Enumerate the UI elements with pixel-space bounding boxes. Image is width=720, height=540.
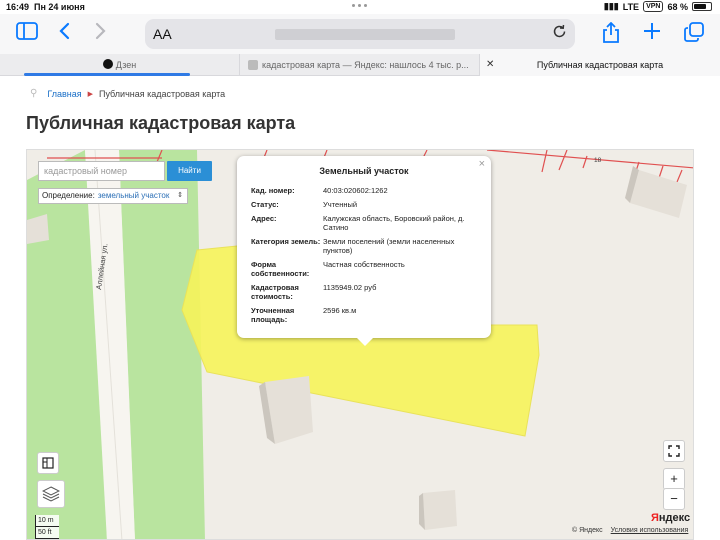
popup-title: Земельный участок	[319, 166, 409, 176]
table-row: Адрес: Калужская область, Боровский район…	[251, 214, 471, 237]
tab-label: кадастровая карта — Яндекс: нашлось 4 ты…	[262, 60, 469, 70]
table-row: Уточненная площадь: 2596 кв.м	[251, 306, 471, 329]
minus-icon: −	[670, 491, 678, 506]
field-value: Частная собственность	[323, 260, 405, 269]
field-value: Земли поселений (земли населенных пункто…	[323, 237, 455, 255]
find-button[interactable]: Найти	[167, 161, 212, 181]
sidebar-icon[interactable]	[16, 22, 38, 44]
field-value: Калужская область, Боровский район, д. С…	[323, 214, 465, 232]
field-key: Кадастровая стоимость:	[251, 283, 299, 301]
field-value: 1135949.02 руб	[323, 283, 377, 292]
new-tab-icon[interactable]	[643, 22, 661, 44]
definition-select[interactable]: Определение: земельный участок ⇕	[38, 188, 188, 204]
fullscreen-icon	[668, 445, 680, 457]
page-title: Публичная кадастровая карта	[26, 113, 296, 133]
field-value: 40:03:020602:1262	[323, 186, 388, 195]
close-tab-icon[interactable]: ✕	[486, 54, 494, 76]
status-bar: 16:49 Пн 24 июня ▮▮▮ LTE VPN 68 %	[0, 0, 720, 14]
loading-progress	[24, 73, 190, 76]
zoom-in-button[interactable]: +	[663, 468, 685, 490]
breadcrumb-arrow-icon: ▶	[87, 90, 93, 98]
house-number: 18	[594, 157, 602, 164]
multitasking-dots[interactable]	[352, 4, 367, 7]
map-scale: 10 m 50 ft	[35, 515, 59, 539]
field-value: Учтенный	[323, 200, 358, 209]
parcel-info-table: Кад. номер: 40:03:020602:1262 Статус: Учте…	[251, 186, 471, 329]
cadastral-search-input[interactable]: кадастровый номер	[38, 161, 165, 181]
table-row: Категория земель: Земли поселений (земли …	[251, 237, 471, 260]
breadcrumb: ⚲ Главная ▶ Публичная кадастровая карта	[30, 88, 225, 99]
terms-link[interactable]: Условия использования	[611, 527, 689, 534]
text-size-button[interactable]: AA	[153, 26, 172, 42]
field-key: Уточненная площадь:	[251, 306, 295, 324]
carrier: LTE	[622, 1, 640, 12]
field-key: Форма собственности:	[251, 260, 310, 278]
signal-icon: ▮▮▮	[603, 1, 619, 11]
table-row: Кадастровая стоимость: 1135949.02 руб	[251, 283, 471, 306]
layers-icon	[41, 486, 61, 502]
ruler-icon	[42, 457, 54, 469]
tab-cadastral-map[interactable]: ✕ Публичная кадастровая карта	[480, 54, 720, 76]
field-key: Кад. номер:	[251, 186, 295, 195]
clock: 16:49	[6, 2, 30, 12]
yandex-logo: Яндекс	[651, 512, 690, 524]
breadcrumb-home-link[interactable]: Главная	[47, 89, 81, 99]
battery-icon	[692, 2, 712, 11]
address-bar[interactable]: AA	[145, 19, 575, 49]
tabs-overview-icon[interactable]	[684, 22, 704, 46]
breadcrumb-current: Публичная кадастровая карта	[98, 88, 226, 99]
tab-label: Публичная кадастровая карта	[536, 60, 664, 70]
scale-imperial: 50 ft	[35, 527, 59, 539]
chevron-updown-icon: ⇕	[177, 192, 183, 199]
reload-icon[interactable]	[552, 24, 567, 43]
scale-metric: 10 m	[35, 515, 59, 527]
url-text	[275, 29, 455, 40]
field-key: Адрес:	[251, 214, 277, 223]
close-icon[interactable]: ×	[479, 158, 485, 170]
date: Пн 24 июня	[34, 2, 85, 12]
definition-value: земельный участок	[97, 191, 170, 200]
location-pin-icon: ⚲	[30, 88, 38, 99]
parcel-info-popup: Земельный участок × Кад. номер: 40:03:020…	[237, 156, 491, 346]
tab-yandex-search[interactable]: кадастровая карта — Яндекс: нашлось 4 ты…	[240, 54, 480, 76]
status-indicators: ▮▮▮ LTE VPN 68 %	[604, 1, 712, 12]
logo-letter: Я	[651, 512, 659, 524]
yandex-favicon-icon	[248, 60, 258, 70]
copyright: © Яндекс	[572, 527, 603, 534]
cadastral-map[interactable]: Аллейная ул. 18 кадастровый номер Найти …	[26, 149, 694, 540]
fullscreen-button[interactable]	[663, 440, 685, 462]
forward-icon[interactable]	[95, 22, 107, 44]
ruler-button[interactable]	[37, 452, 59, 474]
table-row: Кад. номер: 40:03:020602:1262	[251, 186, 471, 200]
plus-icon: +	[670, 471, 678, 486]
browser-toolbar: AA	[0, 14, 720, 54]
battery-percent: 68 %	[667, 1, 688, 12]
table-row: Форма собственности: Частная собственност…	[251, 260, 471, 283]
back-icon[interactable]	[58, 22, 70, 44]
tab-label: Дзен	[115, 60, 137, 70]
field-key: Статус:	[251, 200, 279, 209]
map-attribution: © Яндекс Условия использования	[572, 527, 688, 534]
share-icon[interactable]	[602, 21, 620, 48]
vpn-badge: VPN	[643, 1, 664, 12]
logo-text: ндекс	[658, 512, 691, 524]
field-key: Категория земель:	[251, 237, 321, 246]
definition-label: Определение:	[42, 191, 95, 200]
layers-button[interactable]	[37, 480, 65, 508]
table-row: Статус: Учтенный	[251, 200, 471, 214]
dzen-favicon-icon	[102, 59, 113, 69]
field-value: 2596 кв.м	[323, 306, 357, 315]
zoom-out-button[interactable]: −	[663, 488, 685, 510]
